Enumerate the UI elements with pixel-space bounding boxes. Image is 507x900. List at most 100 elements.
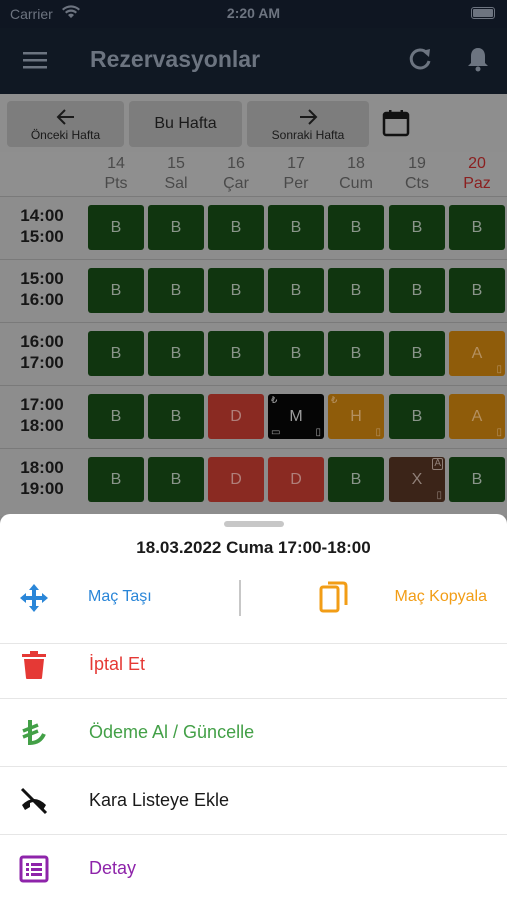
day-header: 14 Pts xyxy=(88,154,144,194)
trash-icon xyxy=(22,651,46,679)
reservation-status: B xyxy=(170,407,182,425)
reservation-status: B xyxy=(230,281,242,299)
reservation-status: B xyxy=(110,344,122,362)
reservation-cell[interactable]: A ▯ xyxy=(449,394,505,439)
time-slot-row: 17:00 18:00 B B D M ₺ ▭ ▯ H ₺ ▯ B A ▯ xyxy=(0,385,507,448)
reservation-status: B xyxy=(411,218,423,236)
reservation-cell[interactable]: B xyxy=(88,394,144,439)
this-week-label: Bu Hafta xyxy=(154,115,217,132)
week-navigation: Önceki Hafta Bu Hafta Sonraki Hafta xyxy=(0,94,507,152)
reservation-cell[interactable]: B xyxy=(328,331,384,376)
sheet-handle[interactable] xyxy=(224,521,284,527)
reservation-cell[interactable]: B xyxy=(389,331,445,376)
reservation-cell[interactable]: B xyxy=(268,268,324,313)
reservation-cell[interactable]: B xyxy=(88,268,144,313)
slot-start: 17:00 xyxy=(20,395,64,414)
reservation-status: X xyxy=(411,470,423,488)
reservation-cell[interactable]: B xyxy=(268,205,324,250)
arrow-left-icon xyxy=(56,109,74,125)
payment-label: Ödeme Al / Güncelle xyxy=(89,722,255,742)
day-number: 20 xyxy=(468,155,486,172)
slot-end: 15:00 xyxy=(20,227,64,246)
reservation-cell[interactable]: D xyxy=(208,457,264,502)
reservation-status: M xyxy=(289,407,303,425)
detail-label: Detay xyxy=(89,858,137,878)
reservation-status: B xyxy=(471,281,483,299)
reservation-cell[interactable]: X A ▯ xyxy=(389,457,445,502)
previous-week-button[interactable]: Önceki Hafta xyxy=(7,101,124,147)
reservation-cell[interactable]: A ▯ xyxy=(449,331,505,376)
cell-badge-icon: ₺ xyxy=(331,395,338,406)
day-number: 15 xyxy=(167,155,185,172)
reservation-cell[interactable]: B xyxy=(389,394,445,439)
reservation-cell[interactable]: B xyxy=(88,205,144,250)
reservation-cell[interactable]: B xyxy=(148,205,204,250)
reservation-status: D xyxy=(230,407,242,425)
reservation-cell[interactable]: B xyxy=(389,268,445,313)
move-match-button[interactable]: Maç Taşı xyxy=(0,566,239,632)
day-number: 19 xyxy=(408,155,426,172)
reservation-status: B xyxy=(110,218,122,236)
reservation-status: B xyxy=(290,344,302,362)
reservation-cell[interactable]: B xyxy=(449,268,505,313)
reservation-cell[interactable]: H ₺ ▯ xyxy=(328,394,384,439)
day-name: Per xyxy=(283,175,309,192)
next-week-button[interactable]: Sonraki Hafta xyxy=(247,101,369,147)
reservation-cell[interactable]: M ₺ ▭ ▯ xyxy=(268,394,324,439)
slot-start: 16:00 xyxy=(20,332,64,351)
reservation-status: B xyxy=(290,218,302,236)
day-header: 15 Sal xyxy=(148,154,204,194)
reservation-cell[interactable]: D xyxy=(208,394,264,439)
reservation-status: B xyxy=(350,218,362,236)
cell-badge-icon: ▯ xyxy=(496,427,502,438)
day-number: 16 xyxy=(227,155,245,172)
reservation-status: D xyxy=(230,470,242,488)
copy-match-button[interactable]: Maç Kopyala xyxy=(241,566,507,632)
reservation-status: B xyxy=(170,344,182,362)
day-header: 19 Cts xyxy=(389,154,445,194)
reservation-cell[interactable]: B xyxy=(328,457,384,502)
reservation-cell[interactable]: B xyxy=(208,205,264,250)
this-week-button[interactable]: Bu Hafta xyxy=(129,101,242,147)
reservation-cell[interactable]: D xyxy=(268,457,324,502)
reservation-cell[interactable]: B xyxy=(449,205,505,250)
refresh-icon[interactable] xyxy=(405,44,435,74)
day-name: Cts xyxy=(405,175,429,192)
sheet-title: 18.03.2022 Cuma 17:00-18:00 xyxy=(136,538,371,557)
slot-end: 19:00 xyxy=(20,479,64,498)
reservation-status: B xyxy=(110,470,122,488)
reservation-cell[interactable]: B xyxy=(148,331,204,376)
reservation-cell[interactable]: B xyxy=(328,205,384,250)
reservation-cell[interactable]: B xyxy=(88,331,144,376)
menu-icon[interactable] xyxy=(22,48,48,72)
day-number: 14 xyxy=(107,155,125,172)
move-match-label: Maç Taşı xyxy=(88,588,152,605)
move-arrows-icon xyxy=(20,584,48,612)
reservation-status: B xyxy=(411,344,423,362)
time-slot-row: 15:00 16:00 B B B B B B B xyxy=(0,259,507,322)
reservation-cell[interactable]: B xyxy=(208,331,264,376)
time-slot-label: 18:00 19:00 xyxy=(12,457,72,499)
payment-button[interactable]: Ödeme Al / Güncelle xyxy=(0,699,507,767)
cell-badge-icon: ₺ xyxy=(271,395,278,406)
blacklist-button[interactable]: Kara Listeye Ekle xyxy=(0,767,507,835)
reservation-cell[interactable]: B xyxy=(449,457,505,502)
calendar-icon[interactable] xyxy=(381,108,411,138)
cancel-reservation-button[interactable]: İptal Et xyxy=(0,631,507,699)
reservation-status: A xyxy=(471,407,483,425)
reservation-cell[interactable]: B xyxy=(148,268,204,313)
reservation-cell[interactable]: B xyxy=(389,205,445,250)
bell-icon[interactable] xyxy=(463,44,493,74)
reservation-cell[interactable]: B xyxy=(148,394,204,439)
time-slot-label: 17:00 18:00 xyxy=(12,394,72,436)
blacklist-label: Kara Listeye Ekle xyxy=(89,790,230,810)
status-bar: Carrier 2:20 AM xyxy=(0,0,507,28)
cancel-label: İptal Et xyxy=(89,654,146,674)
reservation-cell[interactable]: B xyxy=(268,331,324,376)
reservation-cell[interactable]: B xyxy=(208,268,264,313)
day-header-row: 14 Pts 15 Sal 16 Çar 17 Per 18 Cum 19 Cts 20 Paz xyxy=(0,152,507,196)
reservation-cell[interactable]: B xyxy=(148,457,204,502)
detail-button[interactable]: Detay xyxy=(0,835,507,900)
reservation-cell[interactable]: B xyxy=(328,268,384,313)
reservation-cell[interactable]: B xyxy=(88,457,144,502)
